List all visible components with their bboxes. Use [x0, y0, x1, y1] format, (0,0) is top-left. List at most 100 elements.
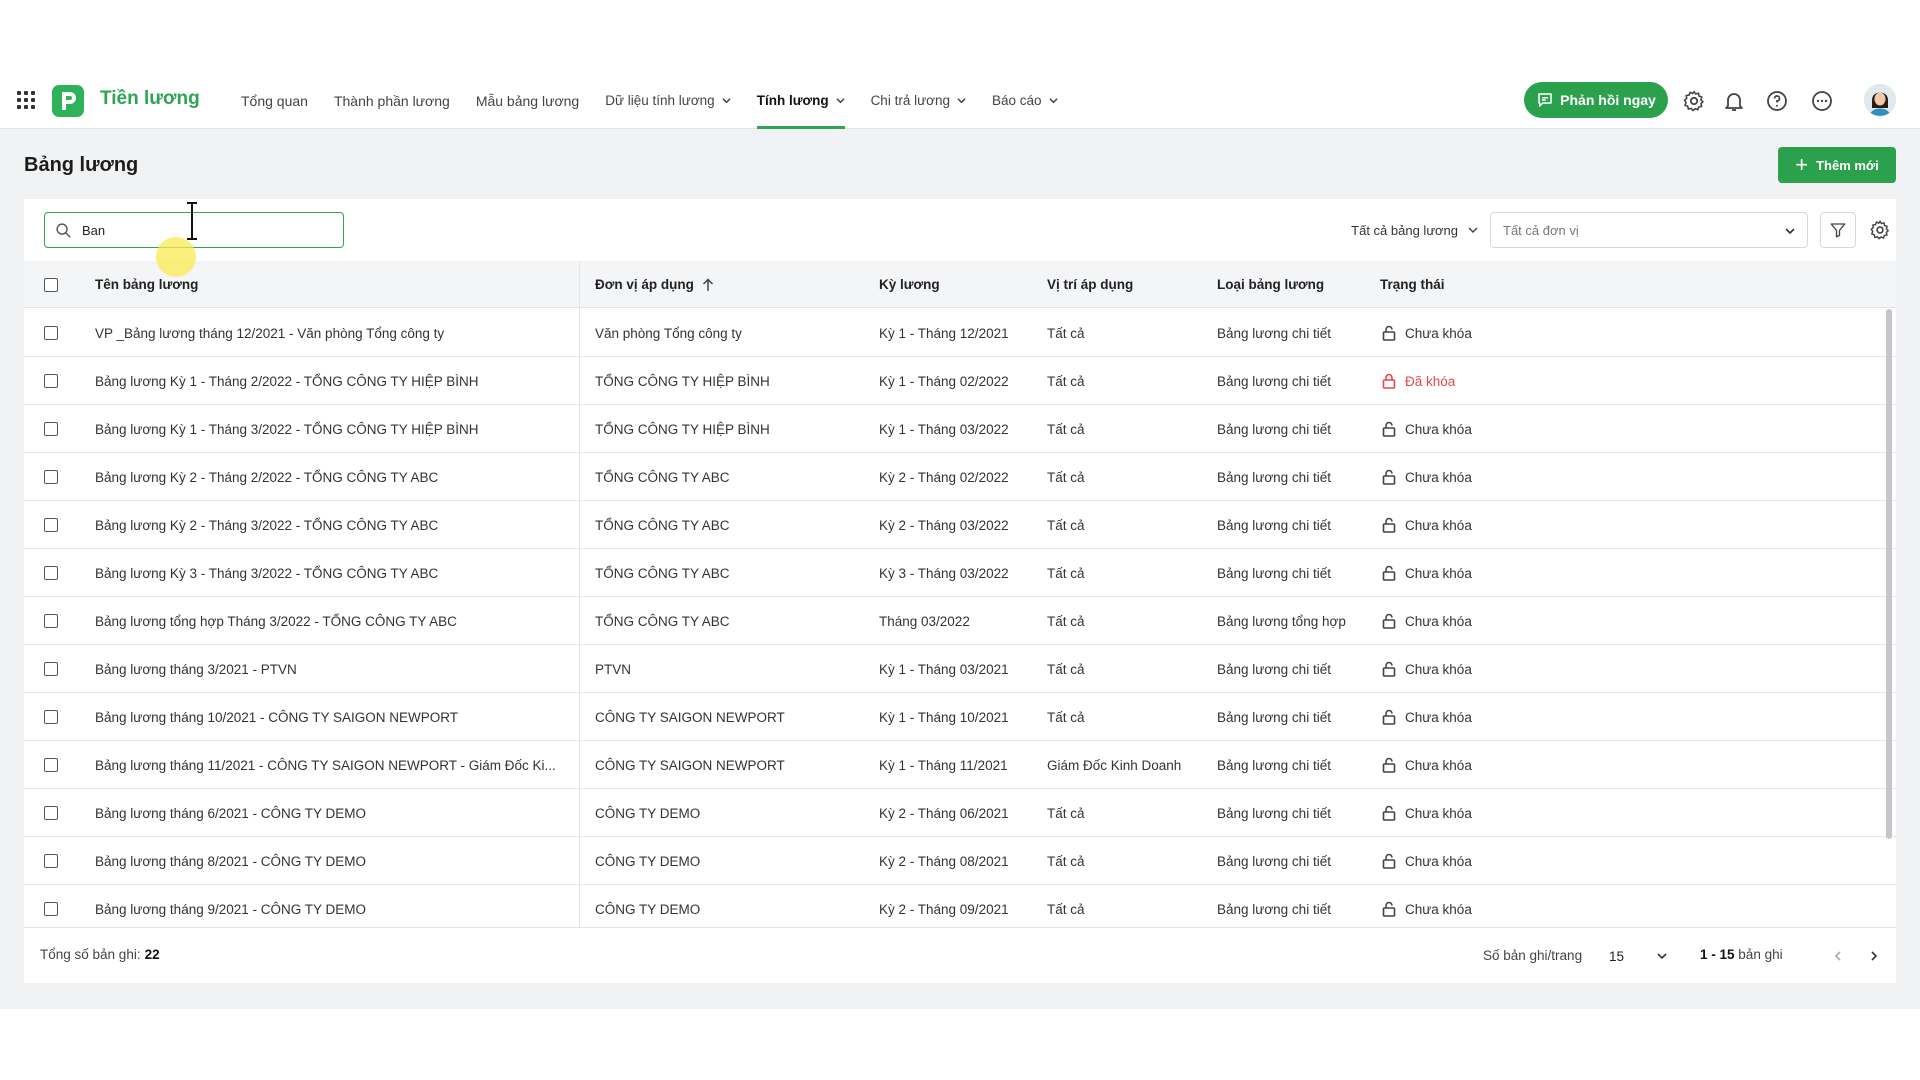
lock-icon	[1382, 661, 1396, 677]
column-header-position[interactable]: Vị trí áp dụng	[1047, 261, 1133, 308]
per-page-select[interactable]: 15	[1597, 938, 1677, 974]
table-row[interactable]: Bảng lương Kỳ 3 - Tháng 3/2022 - TỔNG CÔ…	[24, 549, 1896, 597]
cell-period: Tháng 03/2022	[879, 613, 970, 629]
nav-item-4[interactable]: Tính lương	[756, 72, 845, 129]
table-row[interactable]: Bảng lương Kỳ 2 - Tháng 3/2022 - TỔNG CÔ…	[24, 501, 1896, 549]
table-scrollbar[interactable]	[1886, 309, 1892, 839]
lock-icon	[1382, 565, 1396, 581]
apps-grid-icon[interactable]	[17, 91, 35, 109]
chevron-down-icon	[722, 98, 731, 104]
row-checkbox[interactable]	[44, 374, 58, 388]
avatar[interactable]	[1864, 84, 1896, 116]
cell-position: Tất cả	[1047, 421, 1085, 437]
previous-page-button[interactable]	[1826, 944, 1850, 968]
more-icon[interactable]	[1810, 89, 1834, 113]
row-checkbox[interactable]	[44, 806, 58, 820]
app-brand[interactable]: Tiền lương	[100, 88, 200, 110]
cell-position: Tất cả	[1047, 853, 1085, 869]
table-row[interactable]: Bảng lương tháng 6/2021 - CÔNG TY DEMO CÔ…	[24, 789, 1896, 837]
cell-status: Chưa khóa	[1382, 645, 1472, 693]
payroll-type-filter[interactable]: Tất cả bảng lương	[1318, 212, 1478, 248]
cell-type: Bảng lương chi tiết	[1217, 757, 1331, 773]
row-checkbox[interactable]	[44, 566, 58, 580]
unit-filter[interactable]: Tất cả đơn vị	[1490, 212, 1808, 248]
table-row[interactable]: Bảng lương Kỳ 1 - Tháng 2/2022 - TỔNG CÔ…	[24, 357, 1896, 405]
payroll-table: Tên bảng lương Đơn vị áp dụng Kỳ lương V…	[24, 261, 1896, 927]
filter-icon	[1830, 223, 1846, 238]
cell-position: Tất cả	[1047, 469, 1085, 485]
search-input[interactable]	[82, 220, 332, 240]
table-row[interactable]: Bảng lương tháng 9/2021 - CÔNG TY DEMO CÔ…	[24, 885, 1896, 927]
bell-icon[interactable]	[1722, 89, 1746, 113]
logo-icon[interactable]	[52, 85, 84, 117]
add-new-button[interactable]: + Thêm mới	[1778, 147, 1896, 183]
total-records-value: 22	[144, 947, 160, 962]
help-icon[interactable]	[1765, 89, 1789, 113]
status-label: Chưa khóa	[1405, 757, 1472, 773]
row-checkbox[interactable]	[44, 326, 58, 340]
row-checkbox[interactable]	[44, 758, 58, 772]
cell-unit: TỔNG CÔNG TY HIỆP BÌNH	[595, 373, 770, 389]
row-checkbox[interactable]	[44, 902, 58, 916]
cell-status: Chưa khóa	[1382, 741, 1472, 789]
table-row[interactable]: Bảng lương tháng 10/2021 - CÔNG TY SAIGO…	[24, 693, 1896, 741]
cell-unit: TỔNG CÔNG TY ABC	[595, 469, 730, 485]
nav-item-6[interactable]: Báo cáo	[992, 72, 1058, 129]
table-row[interactable]: Bảng lương tổng hợp Tháng 3/2022 - TỔNG …	[24, 597, 1896, 645]
cell-unit: TỔNG CÔNG TY ABC	[595, 613, 730, 629]
table-row[interactable]: Bảng lương Kỳ 2 - Tháng 2/2022 - TỔNG CÔ…	[24, 453, 1896, 501]
chevron-down-icon	[1048, 98, 1058, 104]
cell-name: Bảng lương Kỳ 1 - Tháng 3/2022 - TỔNG CÔ…	[95, 421, 479, 437]
lock-icon	[1382, 421, 1396, 437]
cell-type: Bảng lương chi tiết	[1217, 565, 1331, 581]
chevron-right-icon	[1871, 951, 1878, 961]
feedback-button[interactable]: Phản hồi ngay	[1524, 82, 1668, 118]
row-checkbox[interactable]	[44, 662, 58, 676]
add-new-label: Thêm mới	[1816, 157, 1879, 173]
cell-position: Tất cả	[1047, 613, 1085, 629]
column-header-type[interactable]: Loại bảng lương	[1217, 261, 1324, 308]
chevron-down-icon	[1468, 227, 1478, 234]
filter-button[interactable]	[1820, 212, 1856, 248]
cell-unit: CÔNG TY DEMO	[595, 853, 701, 869]
select-all-checkbox[interactable]	[44, 277, 58, 292]
row-checkbox[interactable]	[44, 854, 58, 868]
lock-icon	[1382, 805, 1396, 821]
next-page-button[interactable]	[1862, 944, 1886, 968]
nav-item-5[interactable]: Chi trả lương	[871, 72, 966, 129]
column-header-status[interactable]: Trạng thái	[1380, 261, 1445, 308]
status-label: Chưa khóa	[1405, 709, 1472, 725]
cell-period: Kỳ 1 - Tháng 03/2022	[879, 421, 1009, 437]
table-settings-button[interactable]	[1862, 212, 1898, 248]
column-header-unit[interactable]: Đơn vị áp dụng	[595, 261, 714, 308]
table-row[interactable]: Bảng lương tháng 11/2021 - CÔNG TY SAIGO…	[24, 741, 1896, 789]
status-label: Chưa khóa	[1405, 661, 1472, 677]
page-title: Bảng lương	[24, 154, 139, 176]
row-checkbox-cell	[44, 453, 58, 501]
row-checkbox[interactable]	[44, 710, 58, 724]
app-window: Tiền lương Tổng quan Thành phần lương Mẫu …	[0, 72, 1920, 1009]
row-checkbox-cell	[44, 741, 58, 789]
nav-item-0[interactable]: Tổng quan	[241, 72, 308, 129]
nav-item-label: Mẫu bảng lương	[475, 92, 580, 109]
table-row[interactable]: Bảng lương tháng 8/2021 - CÔNG TY DEMO CÔ…	[24, 837, 1896, 885]
nav-item-2[interactable]: Mẫu bảng lương	[476, 72, 579, 129]
row-checkbox-cell	[44, 693, 58, 741]
table-row[interactable]: Bảng lương tháng 3/2021 - PTVN PTVN Kỳ 1 -…	[24, 645, 1896, 693]
cell-name: Bảng lương tháng 3/2021 - PTVN	[95, 661, 297, 677]
row-checkbox[interactable]	[44, 470, 58, 484]
row-checkbox[interactable]	[44, 614, 58, 628]
gear-icon[interactable]	[1682, 89, 1706, 113]
table-row[interactable]: VP _Bảng lương tháng 12/2021 - Văn phòng…	[24, 309, 1896, 357]
row-checkbox[interactable]	[44, 422, 58, 436]
column-header-period[interactable]: Kỳ lương	[879, 261, 940, 308]
per-page-value: 15	[1609, 948, 1625, 964]
table-row[interactable]: Bảng lương Kỳ 1 - Tháng 3/2022 - TỔNG CÔ…	[24, 405, 1896, 453]
row-checkbox[interactable]	[44, 518, 58, 532]
nav-item-1[interactable]: Thành phần lương	[334, 72, 450, 129]
cell-name: Bảng lương tháng 9/2021 - CÔNG TY DEMO	[95, 901, 367, 917]
nav-item-3[interactable]: Dữ liệu tính lương	[605, 72, 731, 129]
row-checkbox-cell	[44, 405, 58, 453]
cell-type: Bảng lương chi tiết	[1217, 661, 1331, 677]
cell-position: Tất cả	[1047, 901, 1085, 917]
